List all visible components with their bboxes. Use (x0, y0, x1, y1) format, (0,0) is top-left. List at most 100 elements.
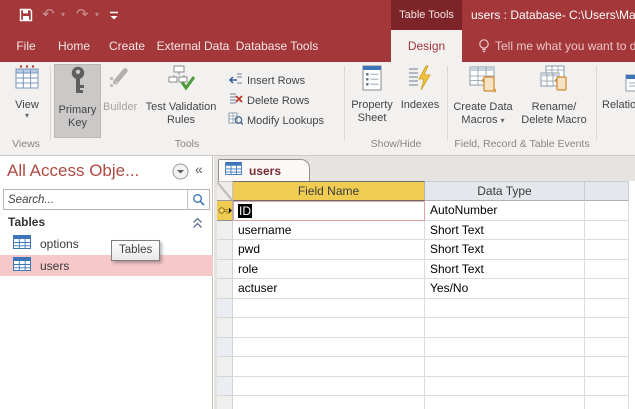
description-column-header[interactable] (585, 181, 629, 201)
search-icon[interactable] (187, 190, 209, 209)
tab-database-tools[interactable]: Database Tools (232, 30, 322, 62)
field-name-cell[interactable]: actuser (233, 279, 425, 299)
nav-item-users[interactable]: users (0, 255, 213, 276)
create-data-macros-button[interactable]: Create Data Macros ▾ (452, 64, 514, 127)
field-name-cell[interactable] (233, 396, 425, 409)
row-selector[interactable] (217, 318, 233, 338)
grid-corner-cell[interactable] (217, 181, 233, 201)
redo-icon[interactable]: ↷ (76, 0, 89, 30)
search-input[interactable] (8, 191, 178, 208)
test-validation-icon (166, 65, 196, 98)
data-type-cell[interactable] (425, 298, 585, 318)
nav-item-label: users (40, 258, 70, 273)
insert-rows-label: Insert Rows (247, 75, 306, 87)
row-selector[interactable] (217, 240, 233, 260)
nav-menu-dropdown-icon[interactable] (172, 163, 189, 185)
data-type-cell[interactable] (425, 337, 585, 357)
description-cell[interactable] (585, 376, 629, 396)
field-name-cell[interactable]: ID (233, 201, 425, 221)
data-type-cell[interactable]: Short Text (425, 220, 585, 240)
row-selector[interactable] (217, 298, 233, 318)
data-type-cell[interactable] (425, 376, 585, 396)
rename-delete-macro-button[interactable]: Rename/ Delete Macro (516, 64, 592, 127)
ribbon: View ▾ Views Primary Key Builder Test Va… (0, 62, 635, 156)
create-data-macros-dropdown-icon: ▾ (500, 116, 505, 125)
insert-rows-button[interactable]: Insert Rows (228, 72, 305, 90)
view-dropdown-icon: ▾ (24, 111, 29, 120)
empty-row (217, 357, 629, 377)
row-selector[interactable] (217, 259, 233, 279)
tab-design[interactable]: Design (391, 30, 462, 62)
customize-quick-access-icon[interactable] (108, 9, 120, 27)
field-name-cell[interactable] (233, 318, 425, 338)
tab-create[interactable]: Create (105, 30, 149, 62)
data-type-cell[interactable]: AutoNumber (425, 201, 585, 221)
nav-pane-title[interactable]: All Access Obje... (7, 161, 169, 181)
ribbon-tab-row: File Home Create External Data Database … (0, 30, 635, 62)
data-type-cell[interactable]: Short Text (425, 259, 585, 279)
data-type-cell[interactable] (425, 396, 585, 409)
nav-group-header-tables[interactable]: Tables (8, 215, 45, 229)
indexes-button[interactable]: Indexes (398, 64, 442, 112)
undo-dropdown-icon[interactable]: ▾ (61, 0, 65, 30)
field-name-cell[interactable] (233, 357, 425, 377)
view-button[interactable]: View ▾ (6, 64, 48, 120)
field-name-cell[interactable] (233, 337, 425, 357)
row-selector[interactable] (217, 220, 233, 240)
row-selector[interactable] (217, 279, 233, 299)
document-tab-users[interactable]: users (218, 159, 310, 181)
redo-dropdown-icon[interactable]: ▾ (95, 0, 99, 30)
data-type-cell[interactable] (425, 318, 585, 338)
undo-icon[interactable]: ↶ (42, 0, 55, 30)
shutter-bar-close-icon[interactable]: « (195, 161, 203, 177)
description-cell[interactable] (585, 318, 629, 338)
tab-home[interactable]: Home (53, 30, 95, 62)
row-selector[interactable] (217, 396, 233, 409)
relationships-button[interactable]: Relationships (602, 64, 635, 112)
description-cell[interactable] (585, 357, 629, 377)
field-name-cell[interactable]: pwd (233, 240, 425, 260)
tell-me-box[interactable]: Tell me what you want to d (495, 30, 635, 62)
delete-rows-button[interactable]: Delete Rows (228, 92, 309, 110)
group-separator (50, 66, 51, 140)
save-icon[interactable] (18, 7, 34, 28)
primary-key-button[interactable]: Primary Key (54, 64, 101, 138)
test-validation-label: Test Validation Rules (145, 101, 217, 126)
builder-button[interactable]: Builder (103, 64, 137, 114)
data-type-cell[interactable] (425, 357, 585, 377)
tab-file[interactable]: File (11, 30, 41, 62)
field-name-cell[interactable]: username (233, 220, 425, 240)
modify-lookups-button[interactable]: Modify Lookups (228, 112, 324, 130)
data-type-column-header[interactable]: Data Type (425, 181, 585, 201)
window-title: users : Database- C:\Users\Mat (471, 8, 635, 22)
row-selector[interactable] (217, 357, 233, 377)
field-name-cell[interactable] (233, 376, 425, 396)
description-cell[interactable] (585, 279, 629, 299)
field-name-cell[interactable]: role (233, 259, 425, 279)
row-selector[interactable] (217, 337, 233, 357)
description-cell[interactable] (585, 259, 629, 279)
description-cell[interactable] (585, 298, 629, 318)
data-type-cell[interactable]: Yes/No (425, 279, 585, 299)
description-cell[interactable] (585, 337, 629, 357)
row-selector-primary-key[interactable] (217, 201, 233, 221)
description-cell[interactable] (585, 240, 629, 260)
test-validation-rules-button[interactable]: Test Validation Rules (139, 64, 223, 127)
tab-external-data[interactable]: External Data (152, 30, 234, 62)
nav-item-options[interactable]: options (0, 233, 213, 254)
data-type-cell[interactable]: Short Text (425, 240, 585, 260)
property-sheet-button[interactable]: Property Sheet (348, 64, 396, 125)
empty-row (217, 298, 629, 318)
document-tab-label: users (249, 163, 282, 178)
field-name-cell[interactable] (233, 298, 425, 318)
description-cell[interactable] (585, 201, 629, 221)
description-cell[interactable] (585, 220, 629, 240)
nav-search-box (3, 189, 210, 210)
field-name-column-header[interactable]: Field Name (233, 181, 425, 201)
content-area: All Access Obje... « Tables options user… (0, 156, 635, 409)
empty-row (217, 337, 629, 357)
row-selector[interactable] (217, 376, 233, 396)
datasheet-view-icon (13, 65, 41, 96)
collapse-group-icon[interactable] (192, 216, 203, 234)
description-cell[interactable] (585, 396, 629, 409)
